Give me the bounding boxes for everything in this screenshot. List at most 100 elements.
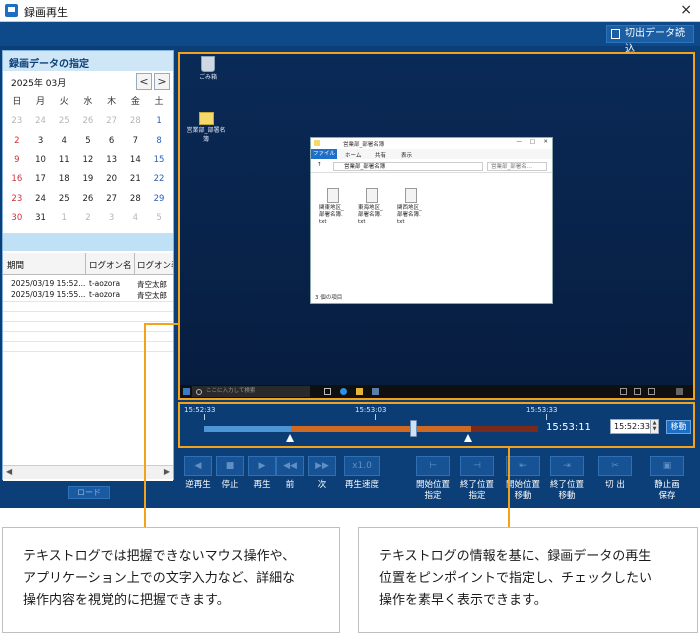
- next-month-button[interactable]: >: [154, 73, 170, 90]
- horizontal-scrollbar[interactable]: ◀ ▶: [3, 465, 173, 479]
- playhead-handle[interactable]: [410, 420, 417, 437]
- file-ext: txt: [319, 219, 327, 225]
- recorded-taskbar: ここに入力して検索: [180, 385, 693, 398]
- calendar-day[interactable]: 30: [5, 209, 29, 228]
- calendar-day[interactable]: 9: [5, 151, 29, 170]
- weekday-label: 火: [59, 97, 69, 107]
- start-position-icon: ⊢: [429, 461, 437, 471]
- calendar-day[interactable]: 16: [5, 170, 29, 189]
- weekday-label: 水: [83, 97, 93, 107]
- calendar-day[interactable]: 5: [147, 209, 171, 228]
- column-divider: [134, 253, 135, 275]
- calendar-day[interactable]: 29: [147, 190, 171, 209]
- column-logon-display[interactable]: ログオン表: [137, 259, 173, 271]
- reverse-play-button[interactable]: ◀: [184, 456, 212, 476]
- calendar-day[interactable]: 4: [124, 209, 148, 228]
- next-button[interactable]: ▶▶: [308, 456, 336, 476]
- calendar-day[interactable]: 2: [5, 132, 29, 151]
- calendar-day[interactable]: 5: [76, 132, 100, 151]
- calendar-day[interactable]: 11: [52, 151, 76, 170]
- calendar-day[interactable]: 3: [100, 209, 124, 228]
- file-name-line: 関東地区_: [319, 205, 344, 211]
- calendar-day[interactable]: 7: [124, 132, 148, 151]
- calendar-day[interactable]: 14: [124, 151, 148, 170]
- close-icon[interactable]: ×: [680, 2, 692, 18]
- set-start-label: 開始位置 指定: [412, 480, 454, 502]
- play-button[interactable]: ▶: [248, 456, 276, 476]
- calendar-day[interactable]: 18: [52, 170, 76, 189]
- explorer-titlebar: 営業部_部署名簿 — □ ✕: [311, 138, 552, 149]
- calendar-day[interactable]: 24: [29, 190, 53, 209]
- time-input[interactable]: 15:52:33: [610, 419, 652, 434]
- stop-button[interactable]: ■: [216, 456, 244, 476]
- calendar-day[interactable]: 21: [124, 170, 148, 189]
- file-item: 関西地区_ 部署名簿. txt: [397, 188, 433, 226]
- table-row[interactable]: 2025/03/19 15:52... t-aozora 青空太郎: [3, 279, 173, 290]
- playback-controls: ◀ 逆再生 ■ 停止 ▶ 再生 ◀◀ 前 ▶▶ 次 x1.0 再生速度 ⊢ 開始…: [178, 452, 698, 504]
- column-logon-name[interactable]: ログオン名: [89, 259, 133, 271]
- save-still-button[interactable]: ▣: [650, 456, 684, 476]
- calendar-day[interactable]: 12: [76, 151, 100, 170]
- calendar-day[interactable]: 22: [147, 170, 171, 189]
- calendar-day[interactable]: 6: [100, 132, 124, 151]
- calendar-day[interactable]: 15: [147, 151, 171, 170]
- calendar-day[interactable]: 17: [29, 170, 53, 189]
- calendar-day[interactable]: 10: [29, 151, 53, 170]
- column-period[interactable]: 期間: [7, 259, 77, 271]
- calendar-day[interactable]: 1: [52, 209, 76, 228]
- calendar-day[interactable]: 2: [76, 209, 100, 228]
- play-icon: ▶: [258, 461, 266, 471]
- set-start-button[interactable]: ⊢: [416, 456, 450, 476]
- calendar-day[interactable]: 27: [100, 190, 124, 209]
- load-button[interactable]: ロード: [68, 486, 110, 499]
- calendar-day[interactable]: 31: [29, 209, 53, 228]
- calendar-day[interactable]: 25: [52, 190, 76, 209]
- calendar-day[interactable]: 28: [124, 190, 148, 209]
- calendar-day[interactable]: 25: [52, 112, 76, 131]
- recording-selector-panel: 録画データの指定 2025年 03月 < > 日月火水木金土 23 24 25 26 27…: [2, 50, 174, 481]
- callout-right-line: 位置をピンポイントで指定し、チェックしたい: [379, 571, 653, 586]
- cut-button[interactable]: ✂: [598, 456, 632, 476]
- speed-button[interactable]: x1.0: [344, 456, 380, 476]
- calendar-day[interactable]: 1: [147, 112, 171, 131]
- calendar-day[interactable]: 27: [100, 112, 124, 131]
- start-marker-icon[interactable]: [286, 434, 294, 442]
- calendar-day[interactable]: 26: [76, 112, 100, 131]
- set-end-label: 終了位置 指定: [456, 480, 498, 502]
- scroll-left-icon[interactable]: ◀: [6, 467, 12, 476]
- goto-end-icon: ⇥: [563, 461, 571, 471]
- prev-button[interactable]: ◀◀: [276, 456, 304, 476]
- calendar-day[interactable]: 4: [52, 132, 76, 151]
- goto-start-button[interactable]: ⇤: [506, 456, 540, 476]
- calendar-day[interactable]: 20: [100, 170, 124, 189]
- calendar-day[interactable]: 13: [100, 151, 124, 170]
- calendar-day[interactable]: 28: [124, 112, 148, 131]
- explorer-ribbon: ファイル ホーム 共有 表示: [311, 149, 552, 159]
- goto-end-button[interactable]: ⇥: [550, 456, 584, 476]
- set-end-button[interactable]: ⊣: [460, 456, 494, 476]
- calendar-day[interactable]: 3: [29, 132, 53, 151]
- window-title: 録画再生: [24, 6, 68, 19]
- weekday-row: 日月火水木金土: [5, 93, 171, 112]
- calendar-week: 16 17 18 19 20 21 22: [5, 170, 171, 189]
- table-row[interactable]: 2025/03/19 15:55... t-aozora 青空太郎: [3, 290, 173, 301]
- calendar-day[interactable]: 23: [5, 190, 29, 209]
- file-explorer-window: 営業部_部署名簿 — □ ✕ ファイル ホーム 共有 表示 ↑ 営業部_部署名簿…: [310, 137, 553, 304]
- move-button[interactable]: 移動: [666, 420, 691, 434]
- save-still-label: 静止画 保存: [646, 480, 688, 502]
- load-cut-data-button[interactable]: 切出データ読込: [606, 25, 694, 55]
- calendar-day[interactable]: 23: [5, 112, 29, 131]
- calendar-day[interactable]: 8: [147, 132, 171, 151]
- prev-month-button[interactable]: <: [136, 73, 152, 90]
- end-marker-icon[interactable]: [464, 434, 472, 442]
- scroll-right-icon[interactable]: ▶: [164, 467, 170, 476]
- calendar-day[interactable]: 26: [76, 190, 100, 209]
- callout-connector: [144, 323, 146, 527]
- save-still-line2: 保存: [658, 491, 676, 501]
- calendar-day[interactable]: 24: [29, 112, 53, 131]
- calendar-day[interactable]: 19: [76, 170, 100, 189]
- time-spinner[interactable]: ▲ ▼: [650, 419, 659, 434]
- goto-end-label: 終了位置 移動: [546, 480, 588, 502]
- explorer-taskbar-icon: [356, 388, 363, 395]
- save-still-line1: 静止画: [654, 480, 680, 490]
